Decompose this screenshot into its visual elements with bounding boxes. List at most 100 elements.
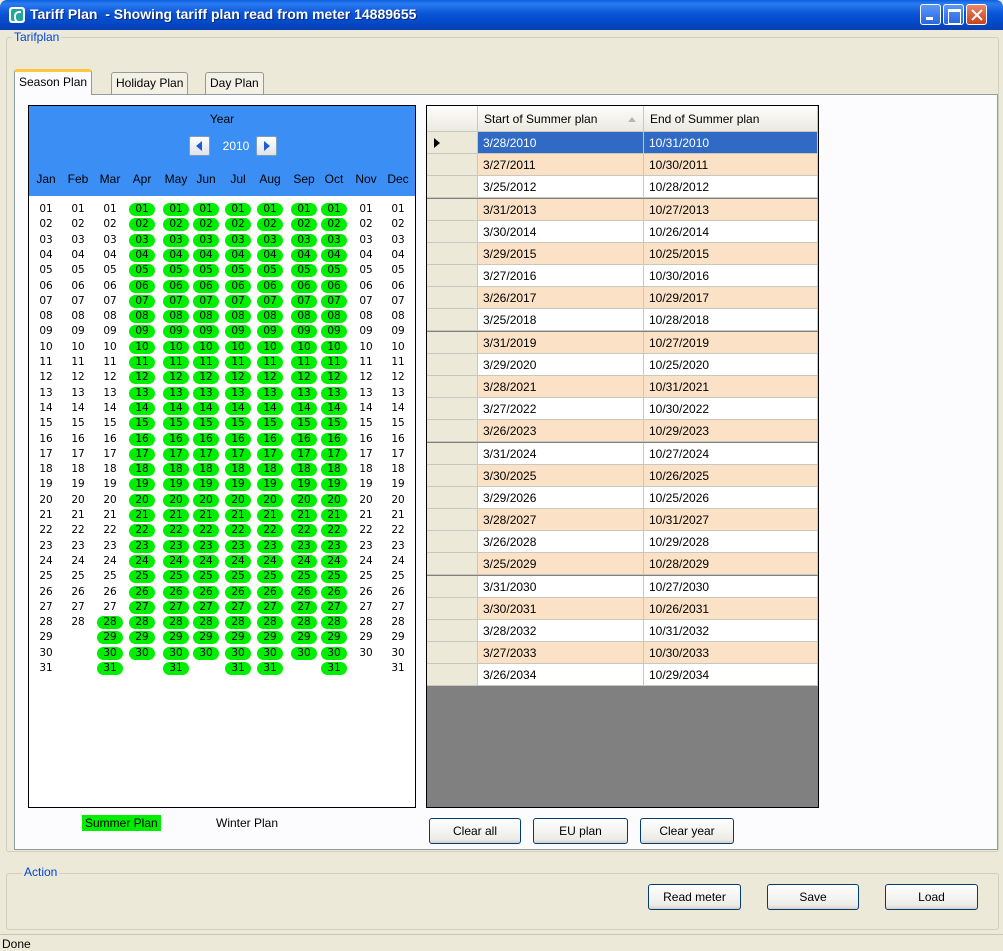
calendar-day[interactable]: 23 <box>385 540 411 553</box>
start-date-cell[interactable]: 3/29/2026 <box>478 486 644 509</box>
calendar-day[interactable]: 04 <box>97 249 123 262</box>
calendar-day[interactable]: 01 <box>321 203 347 216</box>
calendar-day[interactable]: 22 <box>129 524 155 538</box>
calendar-day[interactable]: 14 <box>257 401 283 415</box>
calendar-day[interactable]: 16 <box>385 433 411 446</box>
calendar-day[interactable]: 16 <box>353 433 379 446</box>
calendar-day[interactable]: 13 <box>65 387 91 400</box>
calendar-day[interactable]: 08 <box>193 310 219 324</box>
calendar-day[interactable]: 30 <box>97 646 123 660</box>
calendar-day[interactable]: 30 <box>163 646 189 660</box>
calendar-day[interactable]: 09 <box>291 325 317 339</box>
calendar-day[interactable]: 25 <box>385 570 411 583</box>
start-date-cell[interactable]: 3/30/2031 <box>478 597 644 620</box>
calendar-day[interactable]: 06 <box>291 279 317 293</box>
previous-year-button[interactable] <box>189 136 210 156</box>
row-header[interactable] <box>427 176 478 199</box>
row-header[interactable] <box>427 265 478 288</box>
row-header[interactable] <box>427 553 478 576</box>
calendar-day[interactable]: 02 <box>65 218 91 231</box>
column-header-start[interactable]: Start of Summer plan <box>478 106 644 132</box>
calendar-day[interactable]: 28 <box>225 616 251 630</box>
calendar-day[interactable]: 02 <box>163 218 189 232</box>
calendar-day[interactable]: 04 <box>163 248 189 262</box>
row-header[interactable] <box>427 309 478 332</box>
calendar-day[interactable]: 04 <box>321 248 347 262</box>
calendar-day[interactable]: 04 <box>257 248 283 262</box>
current-row-indicator-icon[interactable] <box>427 132 478 154</box>
calendar-day[interactable]: 15 <box>225 417 251 431</box>
calendar-day[interactable]: 13 <box>97 387 123 400</box>
calendar-day[interactable]: 26 <box>353 586 379 599</box>
end-date-cell[interactable]: 10/29/2034 <box>644 664 818 687</box>
calendar-day[interactable]: 28 <box>33 616 59 629</box>
calendar-day[interactable]: 13 <box>257 386 283 400</box>
calendar-day[interactable]: 11 <box>225 356 251 369</box>
calendar-day[interactable]: 16 <box>65 433 91 446</box>
calendar-day[interactable]: 10 <box>193 340 219 354</box>
end-date-cell[interactable]: 10/30/2033 <box>644 642 818 665</box>
calendar-day[interactable]: 17 <box>33 448 59 461</box>
calendar-day[interactable]: 03 <box>97 234 123 247</box>
start-date-cell[interactable]: 3/30/2014 <box>478 220 644 243</box>
calendar-day[interactable]: 20 <box>385 494 411 507</box>
calendar-day[interactable]: 27 <box>193 600 219 614</box>
table-row[interactable]: 3/30/2025 10/26/2025 <box>427 464 818 487</box>
calendar-day[interactable]: 31 <box>97 662 123 675</box>
calendar-day[interactable]: 02 <box>97 218 123 231</box>
calendar-day[interactable]: 03 <box>321 233 347 247</box>
calendar-day[interactable]: 08 <box>321 310 347 324</box>
calendar-day[interactable]: 24 <box>129 554 155 568</box>
calendar-day[interactable]: 09 <box>225 325 251 339</box>
calendar-day[interactable]: 07 <box>321 294 347 308</box>
calendar-day[interactable]: 28 <box>193 616 219 630</box>
table-row[interactable]: 3/30/2031 10/26/2031 <box>427 597 818 620</box>
calendar-day[interactable]: 06 <box>33 280 59 293</box>
calendar-day[interactable]: 09 <box>129 325 155 339</box>
calendar-day[interactable]: 02 <box>321 218 347 232</box>
calendar-day[interactable]: 20 <box>225 493 251 507</box>
calendar-day[interactable]: 23 <box>33 540 59 553</box>
calendar-day[interactable]: 24 <box>163 554 189 568</box>
calendar-day[interactable]: 22 <box>385 524 411 537</box>
calendar-day[interactable]: 18 <box>129 463 155 477</box>
calendar-day[interactable]: 09 <box>321 325 347 339</box>
calendar-day[interactable]: 08 <box>257 310 283 324</box>
calendar-day[interactable]: 28 <box>129 616 155 630</box>
calendar-day[interactable]: 15 <box>193 417 219 431</box>
calendar-day[interactable]: 09 <box>163 325 189 339</box>
calendar-day[interactable]: 01 <box>97 203 123 216</box>
calendar-day[interactable]: 25 <box>97 570 123 583</box>
calendar-day[interactable]: 15 <box>385 417 411 430</box>
row-header[interactable] <box>427 464 478 487</box>
calendar-day[interactable]: 21 <box>193 509 219 522</box>
calendar-day[interactable]: 20 <box>257 493 283 507</box>
load-button[interactable]: Load <box>885 884 978 910</box>
calendar-day[interactable]: 07 <box>385 295 411 308</box>
calendar-day[interactable]: 22 <box>225 524 251 538</box>
calendar-day[interactable]: 11 <box>257 356 283 369</box>
calendar-day[interactable]: 10 <box>33 341 59 354</box>
calendar-day[interactable]: 21 <box>385 509 411 522</box>
calendar-day[interactable]: 18 <box>193 463 219 477</box>
end-date-cell[interactable]: 10/27/2030 <box>644 575 818 598</box>
calendar-day[interactable]: 17 <box>193 447 219 461</box>
calendar-day[interactable]: 31 <box>225 662 251 675</box>
title-bar[interactable]: Tariff Plan - Showing tariff plan read f… <box>0 0 1003 30</box>
calendar-day[interactable]: 04 <box>291 248 317 262</box>
calendar-day[interactable]: 04 <box>193 248 219 262</box>
calendar-day[interactable]: 07 <box>291 294 317 308</box>
calendar-day[interactable]: 07 <box>353 295 379 308</box>
calendar-day[interactable]: 12 <box>257 371 283 385</box>
calendar-day[interactable]: 15 <box>257 417 283 431</box>
calendar-day[interactable]: 07 <box>225 294 251 308</box>
calendar-day[interactable]: 30 <box>385 647 411 660</box>
row-header[interactable] <box>427 420 478 443</box>
calendar-day[interactable]: 19 <box>257 478 283 492</box>
start-date-cell[interactable]: 3/29/2020 <box>478 353 644 376</box>
calendar-day[interactable]: 15 <box>97 417 123 430</box>
calendar-day[interactable]: 28 <box>291 616 317 630</box>
end-date-cell[interactable]: 10/30/2016 <box>644 265 818 288</box>
calendar-day[interactable]: 21 <box>129 509 155 522</box>
calendar-day[interactable]: 11 <box>97 356 123 369</box>
